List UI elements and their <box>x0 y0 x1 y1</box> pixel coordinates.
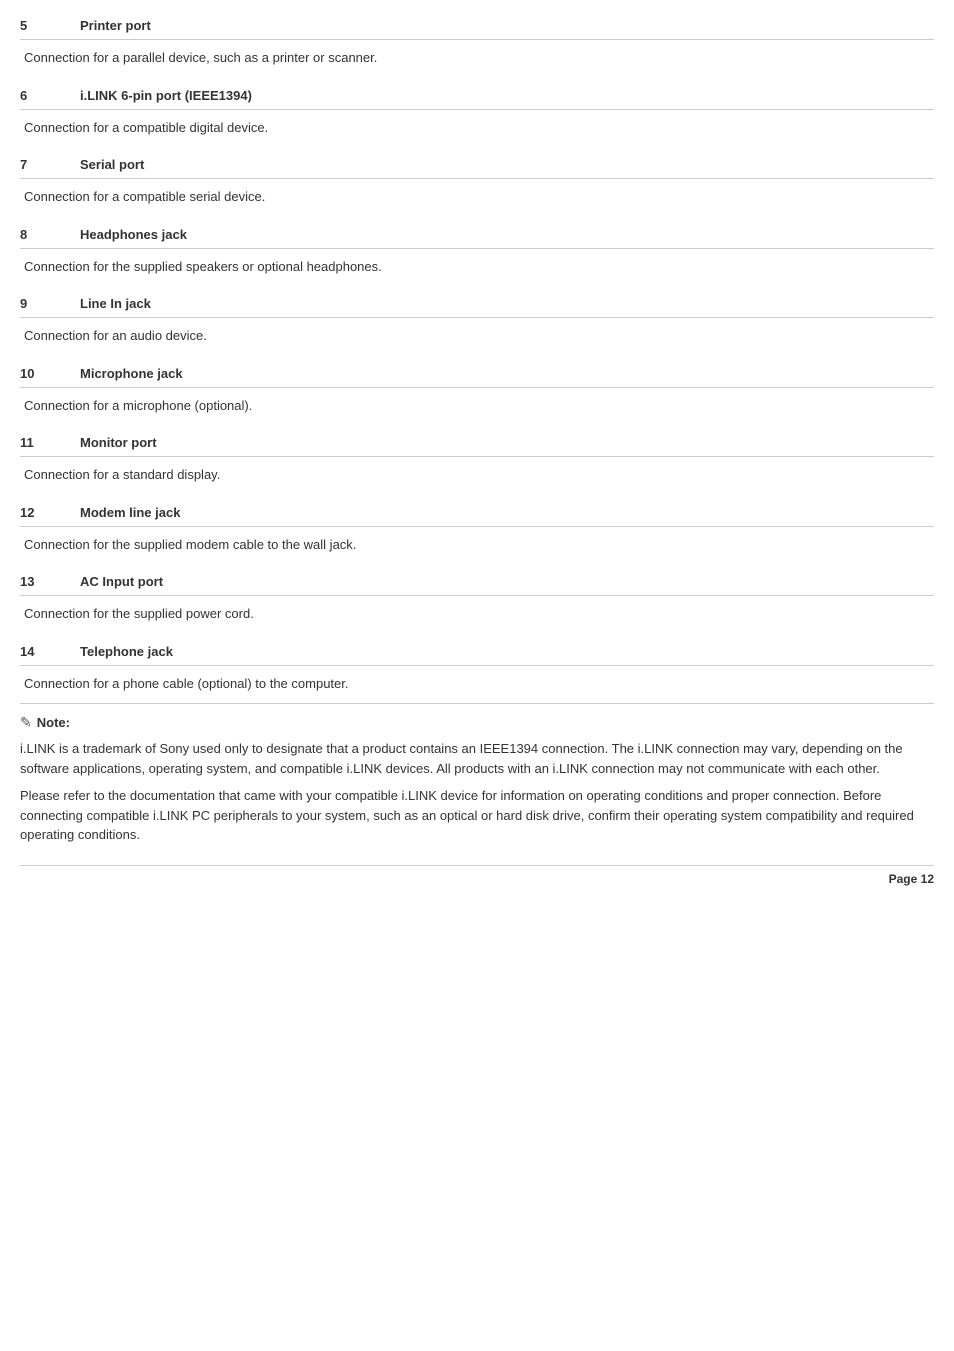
section-14: 14Telephone jack Connection for a phone c… <box>20 634 934 694</box>
section-title: i.LINK 6-pin port (IEEE1394) <box>80 88 252 103</box>
note-box: ✎ Note: i.LINK is a trademark of Sony us… <box>20 703 934 845</box>
section-description: Connection for the supplied speakers or … <box>24 257 934 277</box>
section-number: 6 <box>20 88 80 103</box>
section-title: Modem line jack <box>80 505 180 520</box>
section-number: 12 <box>20 505 80 520</box>
section-5: 5Printer port Connection for a parallel d… <box>20 8 934 68</box>
note-icon: ✎ <box>20 714 32 731</box>
note-header: ✎ Note: <box>20 714 934 731</box>
section-header: 11Monitor port <box>20 425 934 457</box>
section-title: Monitor port <box>80 435 157 450</box>
section-description: Connection for a microphone (optional). <box>24 396 934 416</box>
section-description: Connection for the supplied power cord. <box>24 604 934 624</box>
note-paragraph: Please refer to the documentation that c… <box>20 786 934 845</box>
section-header: 9Line In jack <box>20 286 934 318</box>
section-description: Connection for the supplied modem cable … <box>24 535 934 555</box>
section-6: 6i.LINK 6-pin port (IEEE1394) Connection … <box>20 78 934 138</box>
section-13: 13AC Input port Connection for the suppli… <box>20 564 934 624</box>
section-description: Connection for a compatible digital devi… <box>24 118 934 138</box>
section-title: Serial port <box>80 157 144 172</box>
section-9: 9Line In jack Connection for an audio dev… <box>20 286 934 346</box>
sections-container: 5Printer port Connection for a parallel d… <box>20 8 934 693</box>
section-description: Connection for an audio device. <box>24 326 934 346</box>
section-header: 8Headphones jack <box>20 217 934 249</box>
section-header: 13AC Input port <box>20 564 934 596</box>
section-title: Telephone jack <box>80 644 173 659</box>
section-description: Connection for a compatible serial devic… <box>24 187 934 207</box>
section-number: 5 <box>20 18 80 33</box>
section-header: 5Printer port <box>20 8 934 40</box>
section-8: 8Headphones jack Connection for the suppl… <box>20 217 934 277</box>
section-description: Connection for a phone cable (optional) … <box>24 674 934 694</box>
section-description: Connection for a standard display. <box>24 465 934 485</box>
section-title: AC Input port <box>80 574 163 589</box>
note-paragraph: i.LINK is a trademark of Sony used only … <box>20 739 934 778</box>
section-title: Microphone jack <box>80 366 183 381</box>
section-number: 14 <box>20 644 80 659</box>
section-title: Printer port <box>80 18 151 33</box>
section-11: 11Monitor port Connection for a standard … <box>20 425 934 485</box>
section-number: 7 <box>20 157 80 172</box>
section-number: 13 <box>20 574 80 589</box>
section-header: 6i.LINK 6-pin port (IEEE1394) <box>20 78 934 110</box>
section-number: 11 <box>20 435 80 450</box>
section-header: 10Microphone jack <box>20 356 934 388</box>
section-7: 7Serial port Connection for a compatible … <box>20 147 934 207</box>
page-number: Page 12 <box>20 865 934 886</box>
note-label: Note: <box>37 715 70 730</box>
section-header: 7Serial port <box>20 147 934 179</box>
section-header: 14Telephone jack <box>20 634 934 666</box>
note-paragraphs: i.LINK is a trademark of Sony used only … <box>20 739 934 845</box>
section-title: Headphones jack <box>80 227 187 242</box>
section-description: Connection for a parallel device, such a… <box>24 48 934 68</box>
section-number: 10 <box>20 366 80 381</box>
section-title: Line In jack <box>80 296 151 311</box>
section-number: 8 <box>20 227 80 242</box>
section-12: 12Modem line jack Connection for the supp… <box>20 495 934 555</box>
section-header: 12Modem line jack <box>20 495 934 527</box>
section-10: 10Microphone jack Connection for a microp… <box>20 356 934 416</box>
section-number: 9 <box>20 296 80 311</box>
